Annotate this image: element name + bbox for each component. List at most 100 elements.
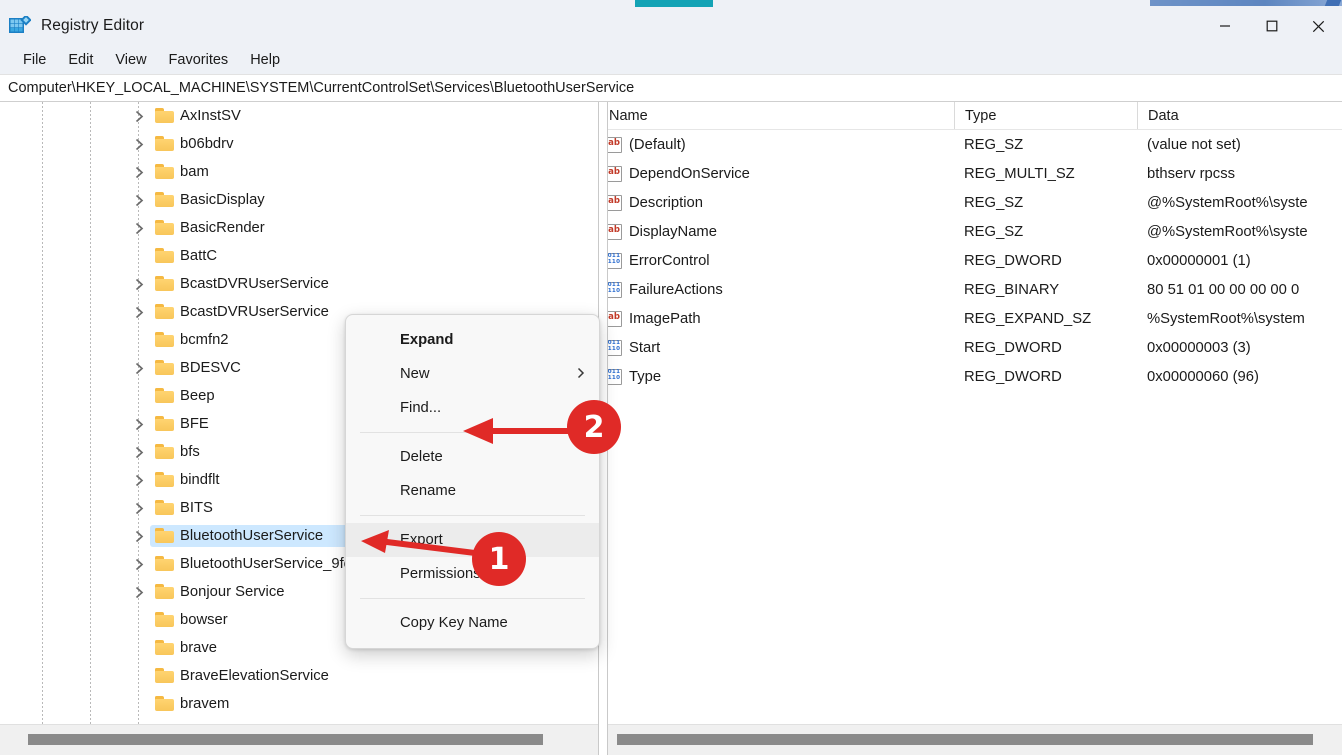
binary-value-icon: 011 110 [606,339,622,356]
chevron-right-icon[interactable] [132,438,146,466]
chevron-right-icon[interactable] [132,186,146,214]
tree-item-label: BluetoothUserService_9fe3b [180,556,369,572]
chevron-right-icon[interactable] [132,130,146,158]
tree-item-basicrender[interactable]: BasicRender [0,214,598,242]
value-row[interactable]: 011 110 Start REG_DWORD 0x00000003 (3) [599,333,1342,362]
tree-item-braveelevationservice[interactable]: BraveElevationService [0,662,598,690]
value-name-cell: ab DisplayName [599,223,954,240]
main-split-view: AxInstSV b06bdrv bam BasicDisplay BasicRende… [0,102,1342,755]
tree-item-label: BcastDVRUserService [180,304,329,320]
maximize-button[interactable] [1248,7,1295,45]
folder-icon [155,472,174,488]
binary-value-icon: 011 110 [606,281,622,298]
chevron-right-icon[interactable] [132,410,146,438]
window-controls [1201,7,1342,45]
context-menu-item-label: New [400,366,430,382]
context-menu-item-label: Expand [400,332,454,348]
values-scrollbar-thumb[interactable] [617,734,1313,745]
string-value-icon: ab [606,194,622,211]
context-menu-item-copy-key-name[interactable]: Copy Key Name [346,606,599,640]
tree-item-label: BFE [180,416,209,432]
chevron-right-icon[interactable] [132,158,146,186]
tree-item-bcastdvruserservice[interactable]: BcastDVRUserService [0,270,598,298]
folder-icon [155,304,174,320]
menu-item-view[interactable]: View [104,49,157,71]
string-value-icon: ab [606,223,622,240]
value-name-cell: ab DependOnService [599,165,954,182]
chevron-right-icon[interactable] [132,354,146,382]
annotation-badge-1: 1 [472,532,526,586]
tree-item-label: brave [180,640,218,656]
registry-editor-icon [9,14,32,36]
menu-item-help[interactable]: Help [239,49,291,71]
context-menu-item-label: Find... [400,400,442,416]
values-list[interactable]: ab (Default) REG_SZ (value not set) ab Depend… [599,130,1342,724]
tree-item-battc[interactable]: BattC [0,242,598,270]
registry-path-text: Computer\HKEY_LOCAL_MACHINE\SYSTEM\Curre… [8,80,635,96]
value-type: REG_DWORD [964,252,1062,269]
context-menu-item-expand[interactable]: Expand [346,323,599,357]
chevron-right-icon[interactable] [132,102,146,130]
chevron-right-icon[interactable] [132,494,146,522]
tree-item-label: bravem [180,696,230,712]
folder-icon [155,556,174,572]
folder-icon [155,192,174,208]
chevron-right-icon[interactable] [132,270,146,298]
value-row[interactable]: ab (Default) REG_SZ (value not set) [599,130,1342,159]
menu-item-edit[interactable]: Edit [57,49,104,71]
chevron-right-icon[interactable] [132,214,146,242]
minimize-button[interactable] [1201,7,1248,45]
value-name: ImagePath [629,310,701,327]
value-row[interactable]: ab ImagePath REG_EXPAND_SZ %SystemRoot%\sys… [599,304,1342,333]
tree-item-label: BcastDVRUserService [180,276,329,292]
value-row[interactable]: 011 110 Type REG_DWORD 0x00000060 (96) [599,362,1342,391]
value-row[interactable]: 011 110 ErrorControl REG_DWORD 0x00000001 (1… [599,246,1342,275]
context-menu-separator [360,515,585,516]
chevron-right-icon[interactable] [132,298,146,326]
value-row[interactable]: ab DisplayName REG_SZ @%SystemRoot%\syste [599,217,1342,246]
context-menu-item-rename[interactable]: Rename [346,474,599,508]
column-header-name[interactable]: Name [599,102,954,129]
close-button[interactable] [1295,7,1342,45]
tree-item-label: BluetoothUserService [180,528,324,544]
tree-item-bam[interactable]: bam [0,158,598,186]
address-bar[interactable]: Computer\HKEY_LOCAL_MACHINE\SYSTEM\Curre… [0,74,1342,102]
registry-key-context-menu[interactable]: Expand New Find... Delete Rename Export Permis… [345,314,600,649]
tree-item-label: BasicRender [180,220,265,236]
menu-item-file[interactable]: File [12,49,57,71]
context-menu-item-label: Rename [400,483,456,499]
folder-icon [155,528,174,544]
tree-item-label: BDESVC [180,360,241,376]
folder-icon [155,388,174,404]
values-horizontal-scrollbar[interactable] [599,724,1342,755]
folder-icon [155,248,174,264]
chevron-right-icon[interactable] [132,522,146,550]
tree-item-label: BITS [180,500,213,516]
tree-item-axinstsv[interactable]: AxInstSV [0,102,598,130]
folder-icon [155,360,174,376]
tree-item-label: BattC [180,248,218,264]
value-data: 0x00000001 (1) [1147,252,1251,269]
binary-value-icon: 011 110 [606,368,622,385]
column-header-data[interactable]: Data [1137,102,1342,129]
chevron-right-icon [577,367,585,382]
tree-item-basicdisplay[interactable]: BasicDisplay [0,186,598,214]
chevron-right-icon[interactable] [132,466,146,494]
chevron-right-icon[interactable] [132,578,146,606]
column-header-type[interactable]: Type [954,102,1137,129]
chevron-right-icon[interactable] [132,550,146,578]
value-row[interactable]: ab Description REG_SZ @%SystemRoot%\syste [599,188,1342,217]
background-window-blue-sliver [1150,0,1342,6]
tree-horizontal-scrollbar[interactable] [0,724,598,755]
value-data: @%SystemRoot%\syste [1147,194,1308,211]
tree-scrollbar-thumb[interactable] [28,734,543,745]
context-menu-item-new[interactable]: New [346,357,599,391]
context-menu-item-label: Delete [400,449,443,465]
menu-item-favorites[interactable]: Favorites [158,49,240,71]
tree-item-bravem[interactable]: bravem [0,690,598,718]
value-type: REG_SZ [964,136,1024,153]
value-row[interactable]: 011 110 FailureActions REG_BINARY 80 51 01 0… [599,275,1342,304]
tree-item-b06bdrv[interactable]: b06bdrv [0,130,598,158]
value-row[interactable]: ab DependOnService REG_MULTI_SZ bthserv rpc… [599,159,1342,188]
tree-item-label: BasicDisplay [180,192,265,208]
